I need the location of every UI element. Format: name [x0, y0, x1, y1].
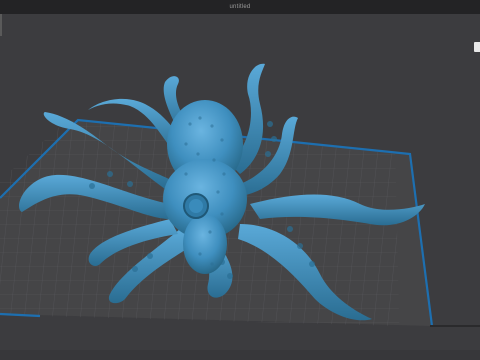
- corner-handle-icon[interactable]: [474, 42, 480, 52]
- status-bar: [0, 350, 480, 360]
- window-title: untitled: [0, 0, 480, 14]
- viewport-canvas[interactable]: [0, 14, 480, 360]
- 3d-viewport[interactable]: [0, 14, 480, 360]
- app-window: untitled: [0, 0, 480, 360]
